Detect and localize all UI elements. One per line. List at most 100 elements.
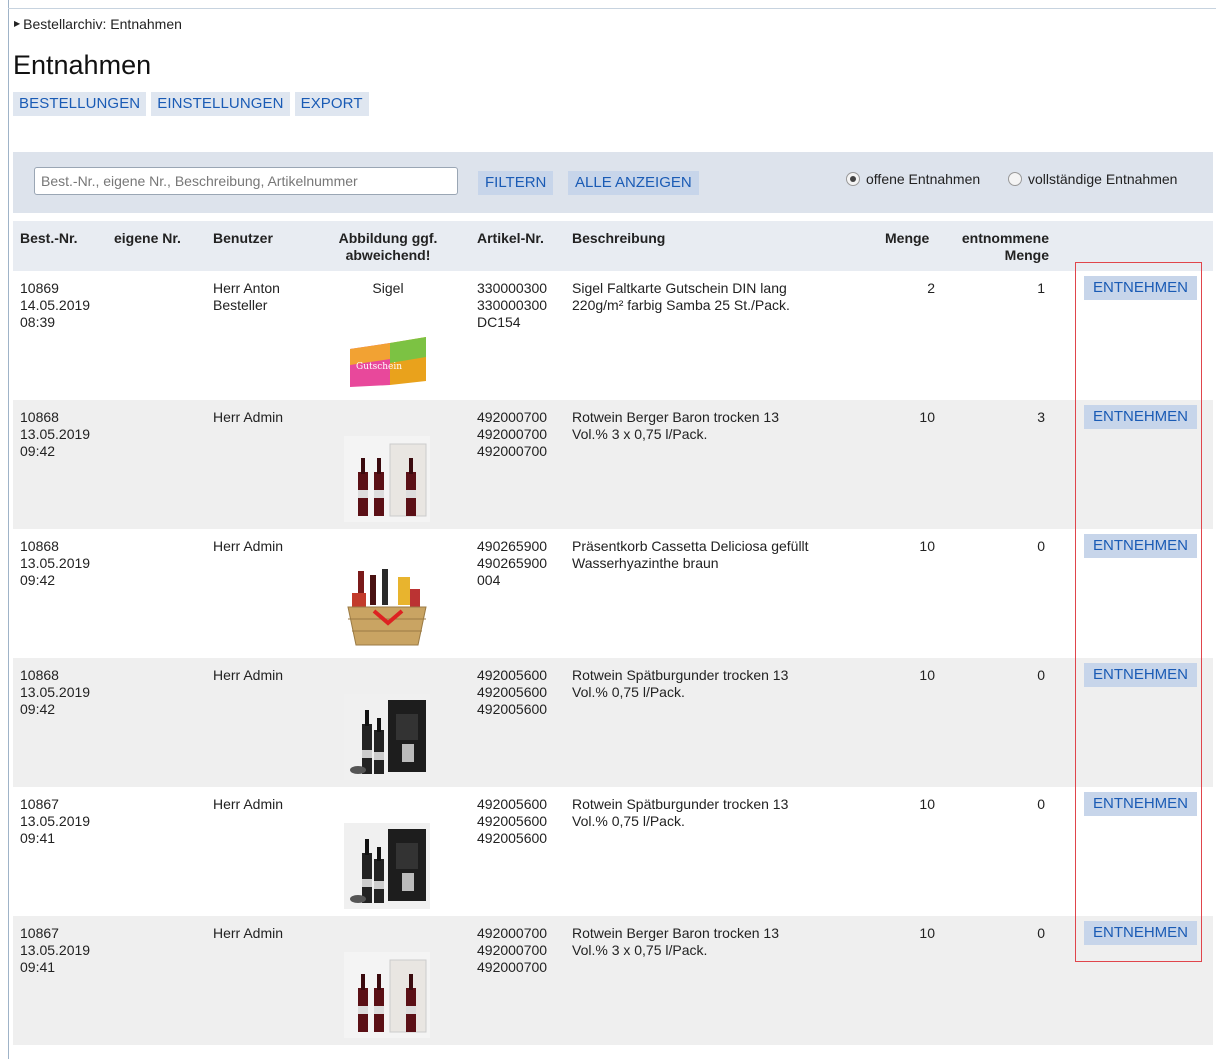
user-name: Herr Admin (213, 538, 284, 554)
article-number: 330000300 (477, 297, 548, 313)
user-cell: Herr Admin (213, 409, 283, 426)
col-own-no[interactable]: eigene Nr. (114, 230, 181, 247)
description-line: Vol.% 0,75 l/Pack. (572, 684, 685, 700)
radio-complete-entries[interactable]: vollständige Entnahmen (1008, 171, 1177, 187)
order-cell: 10868 13.05.2019 09:42 (20, 667, 90, 718)
order-date: 13.05.2019 (20, 555, 91, 571)
col-image-line-1: Abbildung ggf. (338, 230, 438, 246)
search-input[interactable] (34, 167, 458, 195)
table-row: 10867 13.05.2019 09:41 Herr Admin 492005600 4… (13, 787, 1213, 916)
description-cell: Rotwein Spätburgunder trocken 13 Vol.% 0,… (572, 796, 788, 830)
description-cell: Rotwein Spätburgunder trocken 13 Vol.% 0,… (572, 667, 788, 701)
col-image-line-2: abweichend! (345, 247, 431, 263)
triangle-right-icon: ▶ (14, 19, 21, 28)
description-line: Rotwein Berger Baron trocken 13 (572, 925, 779, 941)
radio-checked-icon[interactable] (846, 172, 860, 186)
table-row: 10869 14.05.2019 08:39 Herr Anton Besteller S… (13, 271, 1213, 400)
col-order-no[interactable]: Best.-Nr. (20, 230, 78, 247)
order-cell: 10868 13.05.2019 09:42 (20, 538, 90, 589)
user-name: Herr Anton (213, 280, 280, 296)
article-number: 492005600 (477, 830, 548, 846)
order-date: 13.05.2019 (20, 942, 91, 958)
order-time: 09:41 (20, 830, 56, 846)
order-number[interactable]: 10868 (20, 667, 90, 684)
taken-quantity-value: 0 (1037, 796, 1045, 812)
article-number: 492000700 (477, 409, 548, 425)
quantity-value: 10 (919, 409, 935, 425)
col-taken-line-1: entnommene (961, 230, 1049, 246)
product-image (344, 952, 430, 1038)
description-line: Präsentkorb Cassetta Deliciosa gefüllt (572, 538, 809, 554)
tab-bestellungen[interactable]: BESTELLUNGEN (13, 92, 147, 116)
taken-quantity-value: 0 (1037, 925, 1045, 941)
article-number: 492000700 (477, 443, 548, 459)
description-line: Rotwein Berger Baron trocken 13 (572, 409, 779, 425)
col-taken: entnommene Menge (943, 230, 1049, 264)
highlight-box (1075, 262, 1202, 962)
col-article-no[interactable]: Artikel-Nr. (477, 230, 544, 247)
quantity-value: 10 (919, 925, 935, 941)
col-description[interactable]: Beschreibung (572, 230, 665, 247)
show-all-button[interactable]: ALLE ANZEIGEN (568, 171, 699, 195)
description-line: Rotwein Spätburgunder trocken 13 (572, 796, 789, 812)
order-time: 09:41 (20, 959, 56, 975)
tab-export[interactable]: EXPORT (294, 92, 369, 116)
order-number[interactable]: 10867 (20, 796, 90, 813)
description-line: Rotwein Spätburgunder trocken 13 (572, 667, 789, 683)
article-number: 492005600 (477, 684, 548, 700)
article-number: 004 (477, 572, 501, 588)
breadcrumb[interactable]: ▶ Bestellarchiv: Entnahmen (14, 16, 182, 32)
description-line: Vol.% 0,75 l/Pack. (572, 813, 685, 829)
article-cell: 490265900 490265900 004 (477, 538, 547, 589)
taken-quantity-value: 3 (1037, 409, 1045, 425)
description-line: 220g/m² farbig Samba 25 St./Pack. (572, 297, 790, 313)
filter-button[interactable]: FILTERN (478, 171, 554, 195)
filter-bar: FILTERN ALLE ANZEIGEN offene Entnahmen v… (13, 152, 1213, 213)
quantity-value: 10 (919, 538, 935, 554)
col-taken-line-2: Menge (1004, 247, 1049, 263)
taken-quantity-value: 0 (1037, 667, 1045, 683)
order-date: 13.05.2019 (20, 426, 91, 442)
order-number[interactable]: 10867 (20, 925, 90, 942)
radio-unchecked-icon[interactable] (1008, 172, 1022, 186)
breadcrumb-label: Bestellarchiv: Entnahmen (23, 16, 182, 32)
article-number: 492000700 (477, 959, 548, 975)
quantity-value: 2 (927, 280, 935, 296)
tab-einstellungen[interactable]: EINSTELLUNGEN (151, 92, 290, 116)
article-number: 492005600 (477, 813, 548, 829)
col-image: Abbildung ggf. abweichend! (318, 230, 458, 264)
product-image (344, 436, 430, 522)
description-line: Sigel Faltkarte Gutschein DIN lang (572, 280, 787, 296)
user-role: Besteller (213, 297, 268, 313)
order-cell: 10868 13.05.2019 09:42 (20, 409, 90, 460)
taken-quantity-value: 1 (1037, 280, 1045, 296)
user-cell: Herr Admin (213, 538, 283, 555)
description-cell: Präsentkorb Cassetta Deliciosa gefüllt Wa… (572, 538, 809, 572)
description-cell: Rotwein Berger Baron trocken 13 Vol.% 3 x… (572, 925, 779, 959)
order-date: 14.05.2019 (20, 297, 91, 313)
article-number: 490265900 (477, 538, 548, 554)
user-cell: Herr Admin (213, 667, 283, 684)
user-name: Herr Admin (213, 925, 284, 941)
article-number: 492005600 (477, 667, 548, 683)
col-user[interactable]: Benutzer (213, 230, 273, 247)
user-name: Herr Admin (213, 796, 284, 812)
order-number[interactable]: 10868 (20, 538, 90, 555)
article-cell: 492000700 492000700 492000700 (477, 925, 547, 976)
user-cell: Herr Admin (213, 796, 283, 813)
article-number: 492000700 (477, 426, 548, 442)
frame-left-border (8, 0, 9, 1059)
order-number[interactable]: 10869 (20, 280, 90, 297)
brand-label: Sigel (372, 280, 404, 296)
radio-open-label: offene Entnahmen (866, 171, 981, 187)
user-name: Herr Admin (213, 409, 284, 425)
article-number: 492000700 (477, 925, 548, 941)
table-row: 10867 13.05.2019 09:41 Herr Admin 492000700 4… (13, 916, 1213, 1045)
order-number[interactable]: 10868 (20, 409, 90, 426)
user-cell: Herr Admin (213, 925, 283, 942)
product-image: Gutschein (344, 307, 430, 393)
radio-open-entries[interactable]: offene Entnahmen (846, 171, 980, 187)
order-cell: 10869 14.05.2019 08:39 (20, 280, 90, 331)
radio-complete-label: vollständige Entnahmen (1028, 171, 1178, 187)
order-time: 09:42 (20, 443, 56, 459)
